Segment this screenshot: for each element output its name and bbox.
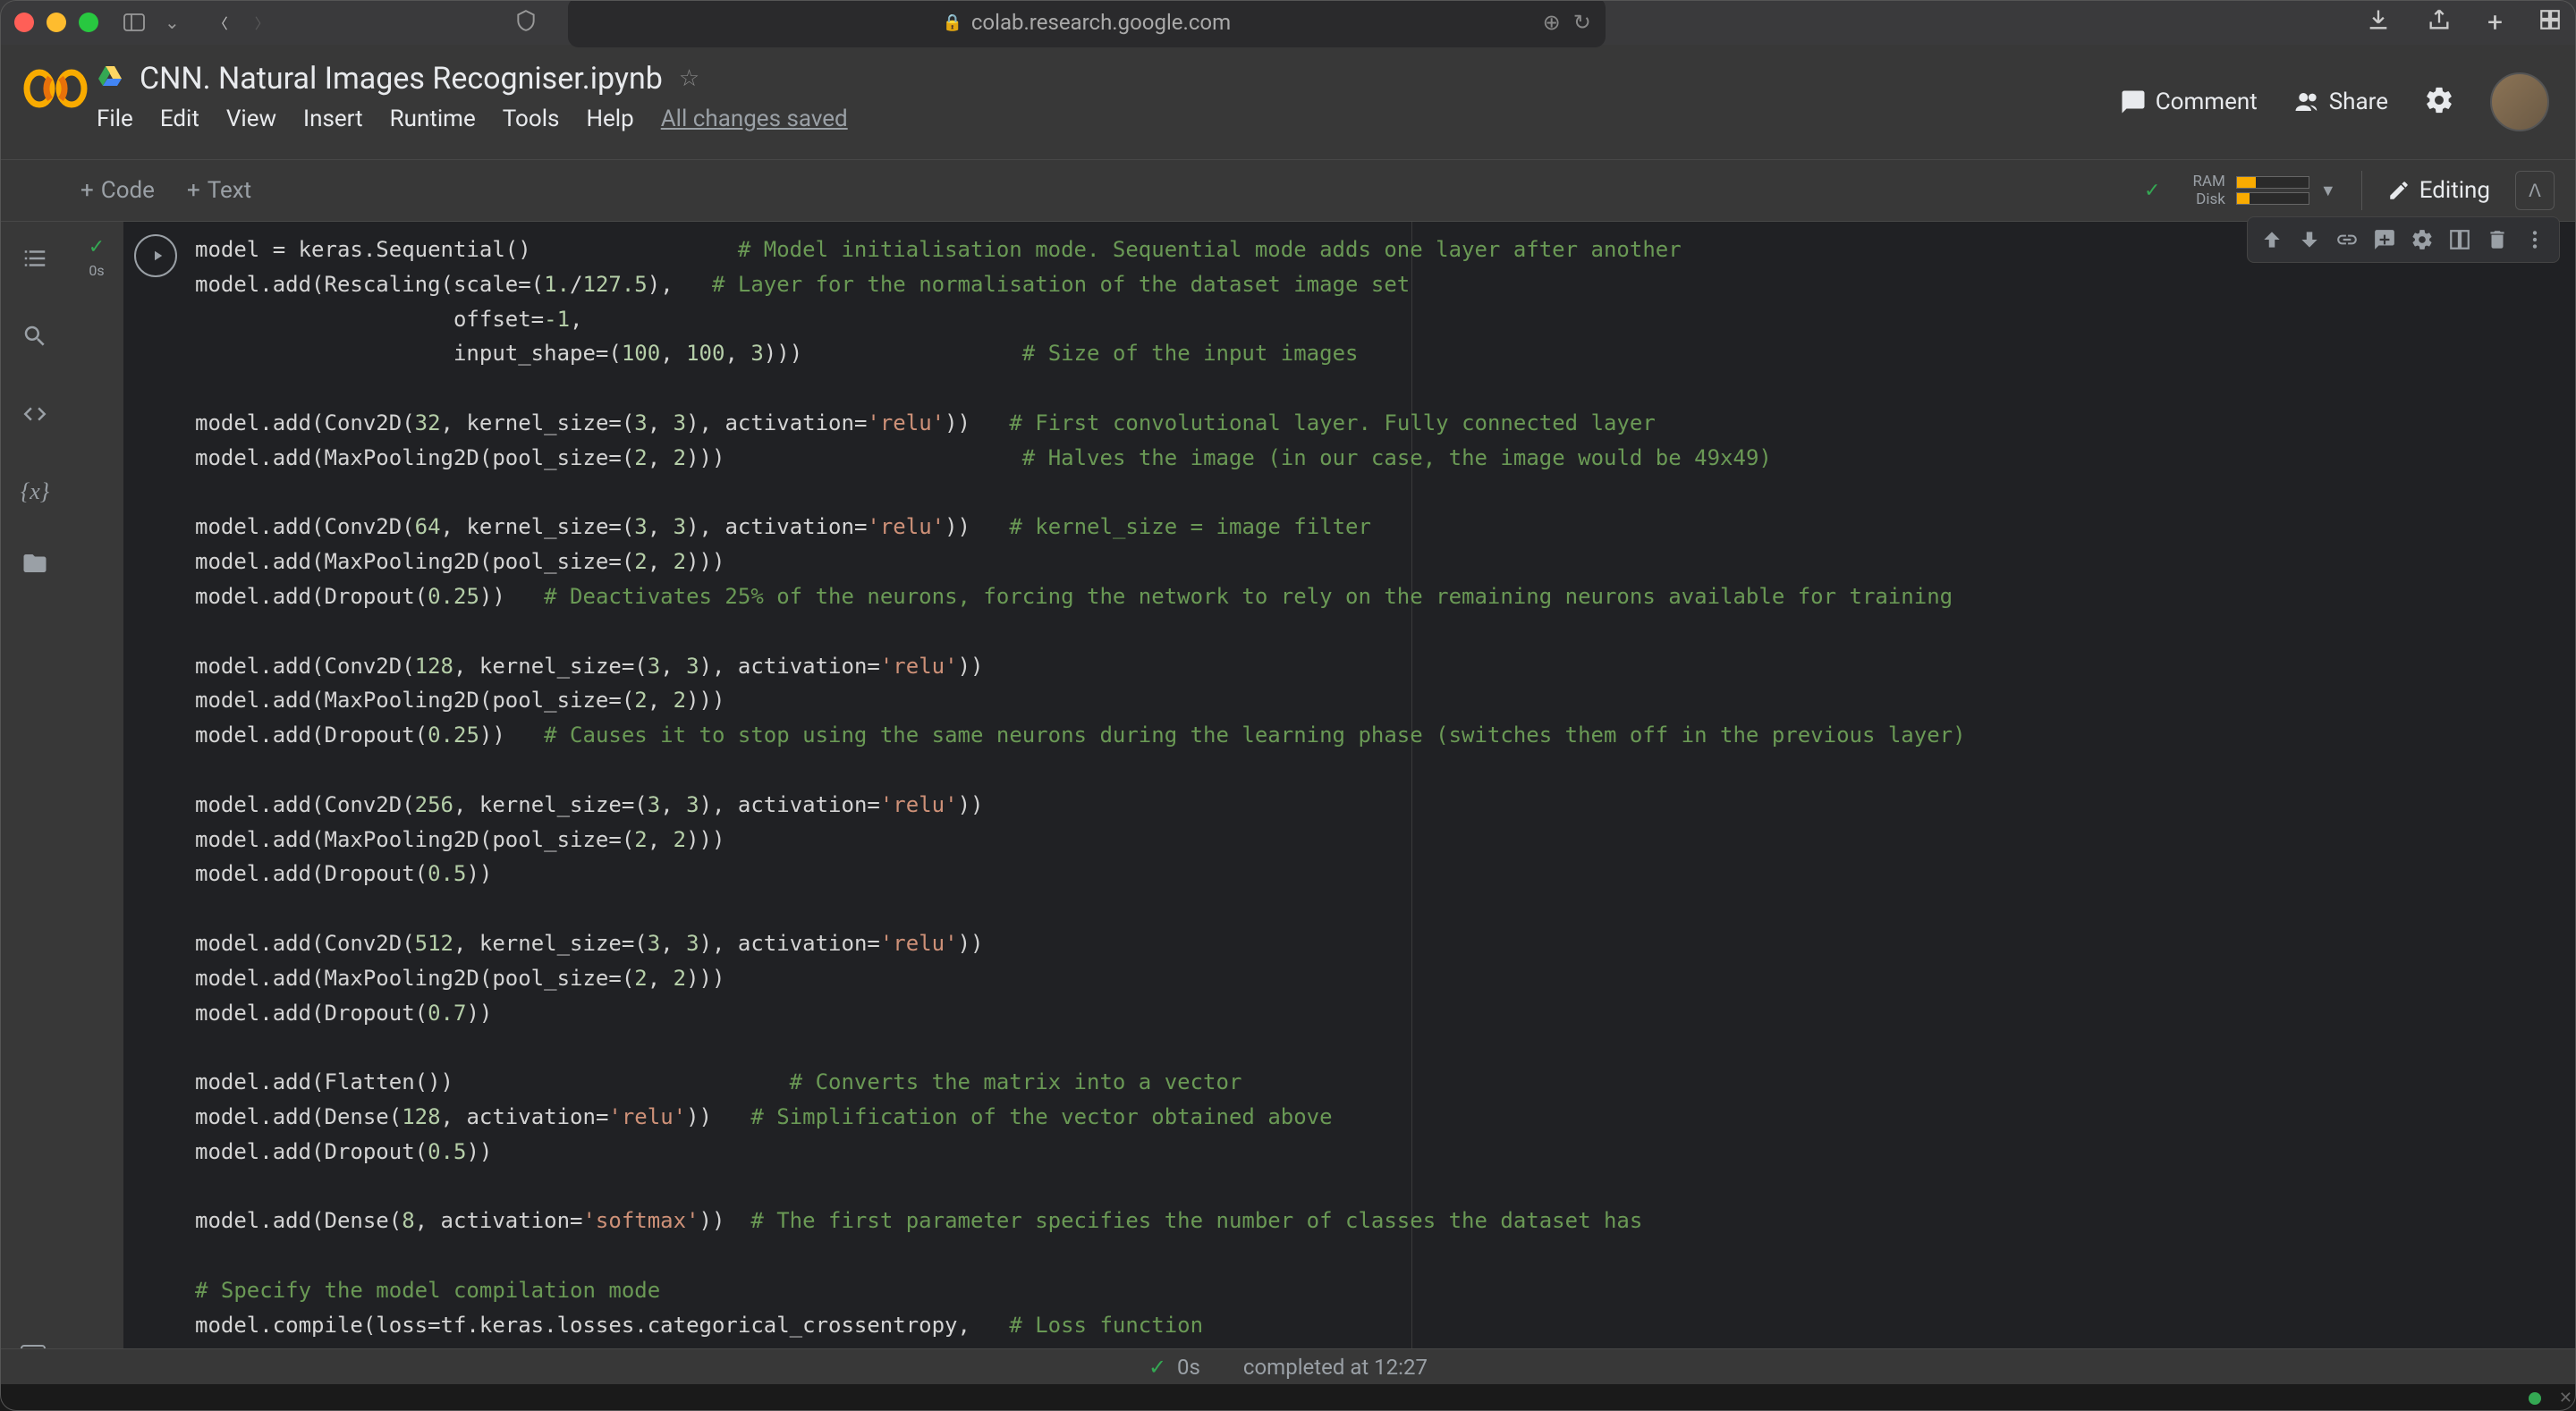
menu-file[interactable]: File — [97, 106, 133, 132]
cell-gutter: ✓ 0s — [70, 222, 123, 1348]
share-button[interactable]: Share — [2293, 89, 2388, 115]
collapse-button[interactable]: ᐱ — [2515, 171, 2555, 210]
close-window-button[interactable] — [14, 13, 34, 32]
colab-logo[interactable] — [21, 66, 89, 111]
lock-icon: 🔒 — [942, 13, 962, 32]
resource-dropdown-icon[interactable]: ▼ — [2320, 182, 2336, 200]
status-completed: completed at 12:27 — [1243, 1355, 1428, 1380]
user-avatar[interactable] — [2490, 72, 2549, 131]
connection-check-icon: ✓ — [2144, 180, 2160, 202]
toc-icon[interactable] — [21, 245, 48, 278]
menu-view[interactable]: View — [226, 106, 276, 132]
translate-icon[interactable]: ⊕ — [1543, 10, 1561, 35]
settings-icon[interactable] — [2424, 85, 2454, 119]
add-text-button[interactable]: +Text — [187, 177, 251, 204]
comment-button[interactable]: Comment — [2120, 89, 2258, 115]
status-duration: 0s — [1177, 1355, 1200, 1380]
notebook-title[interactable]: CNN. Natural Images Recogniser.ipynb — [140, 61, 663, 97]
editor-area[interactable]: ✓ 0s model = keras.Sequential() # Model … — [70, 222, 2576, 1348]
reload-icon[interactable]: ↻ — [1573, 10, 1591, 35]
menu-help[interactable]: Help — [586, 106, 633, 132]
toolbar: +Code +Text ✓ RAM Disk ▼ Editing ᐱ — [0, 159, 2576, 222]
connection-dot — [2529, 1392, 2541, 1405]
search-icon[interactable] — [21, 323, 48, 356]
forward-button: 〉 — [255, 12, 269, 33]
sidebar-toggle-icon[interactable] — [120, 12, 148, 33]
run-cell-button[interactable] — [134, 234, 177, 277]
cell-success-icon: ✓ — [89, 236, 105, 258]
add-code-button[interactable]: +Code — [80, 177, 155, 204]
share-icon[interactable] — [2427, 7, 2452, 38]
code-content[interactable]: model = keras.Sequential() # Model initi… — [195, 232, 2558, 1343]
cell-duration: 0s — [89, 262, 104, 279]
browser-chrome: ⌄ 〈 〉 🔒 colab.research.google.com ⊕ ↻ + — [0, 0, 2576, 45]
snippets-icon[interactable] — [21, 401, 48, 434]
chevron-down-icon[interactable]: ⌄ — [165, 12, 180, 33]
files-icon[interactable] — [21, 550, 48, 583]
close-panel-icon[interactable]: ✕ — [2559, 1389, 2572, 1407]
menu-insert[interactable]: Insert — [303, 106, 363, 132]
resource-indicator[interactable]: RAM Disk ▼ — [2192, 173, 2335, 208]
address-bar[interactable]: 🔒 colab.research.google.com ⊕ ↻ — [568, 0, 1606, 47]
left-rail: {x} — [0, 222, 70, 1348]
traffic-lights — [14, 13, 98, 32]
shield-icon[interactable] — [514, 9, 538, 36]
app-header: CNN. Natural Images Recogniser.ipynb ☆ F… — [0, 45, 2576, 159]
maximize-window-button[interactable] — [79, 13, 98, 32]
new-tab-icon[interactable]: + — [2487, 7, 2503, 38]
url-text: colab.research.google.com — [971, 10, 1231, 35]
status-check-icon: ✓ — [1148, 1355, 1166, 1380]
tabs-icon[interactable] — [2538, 8, 2562, 37]
drive-icon — [97, 64, 123, 94]
ram-bar — [2237, 177, 2256, 188]
editing-mode-button[interactable]: Editing — [2387, 177, 2490, 204]
menu-edit[interactable]: Edit — [160, 106, 199, 132]
minimize-window-button[interactable] — [47, 13, 66, 32]
autosave-status[interactable]: All changes saved — [661, 106, 848, 132]
disk-bar — [2237, 193, 2250, 204]
download-icon[interactable] — [2366, 7, 2391, 38]
star-icon[interactable]: ☆ — [679, 65, 699, 92]
status-bar: ✓ 0s completed at 12:27 — [0, 1348, 2576, 1384]
variables-icon[interactable]: {x} — [21, 478, 49, 505]
back-button[interactable]: 〈 — [214, 12, 228, 33]
menu-runtime[interactable]: Runtime — [390, 106, 476, 132]
menu-tools[interactable]: Tools — [503, 106, 560, 132]
menu-bar: File Edit View Insert Runtime Tools Help… — [97, 106, 2120, 132]
